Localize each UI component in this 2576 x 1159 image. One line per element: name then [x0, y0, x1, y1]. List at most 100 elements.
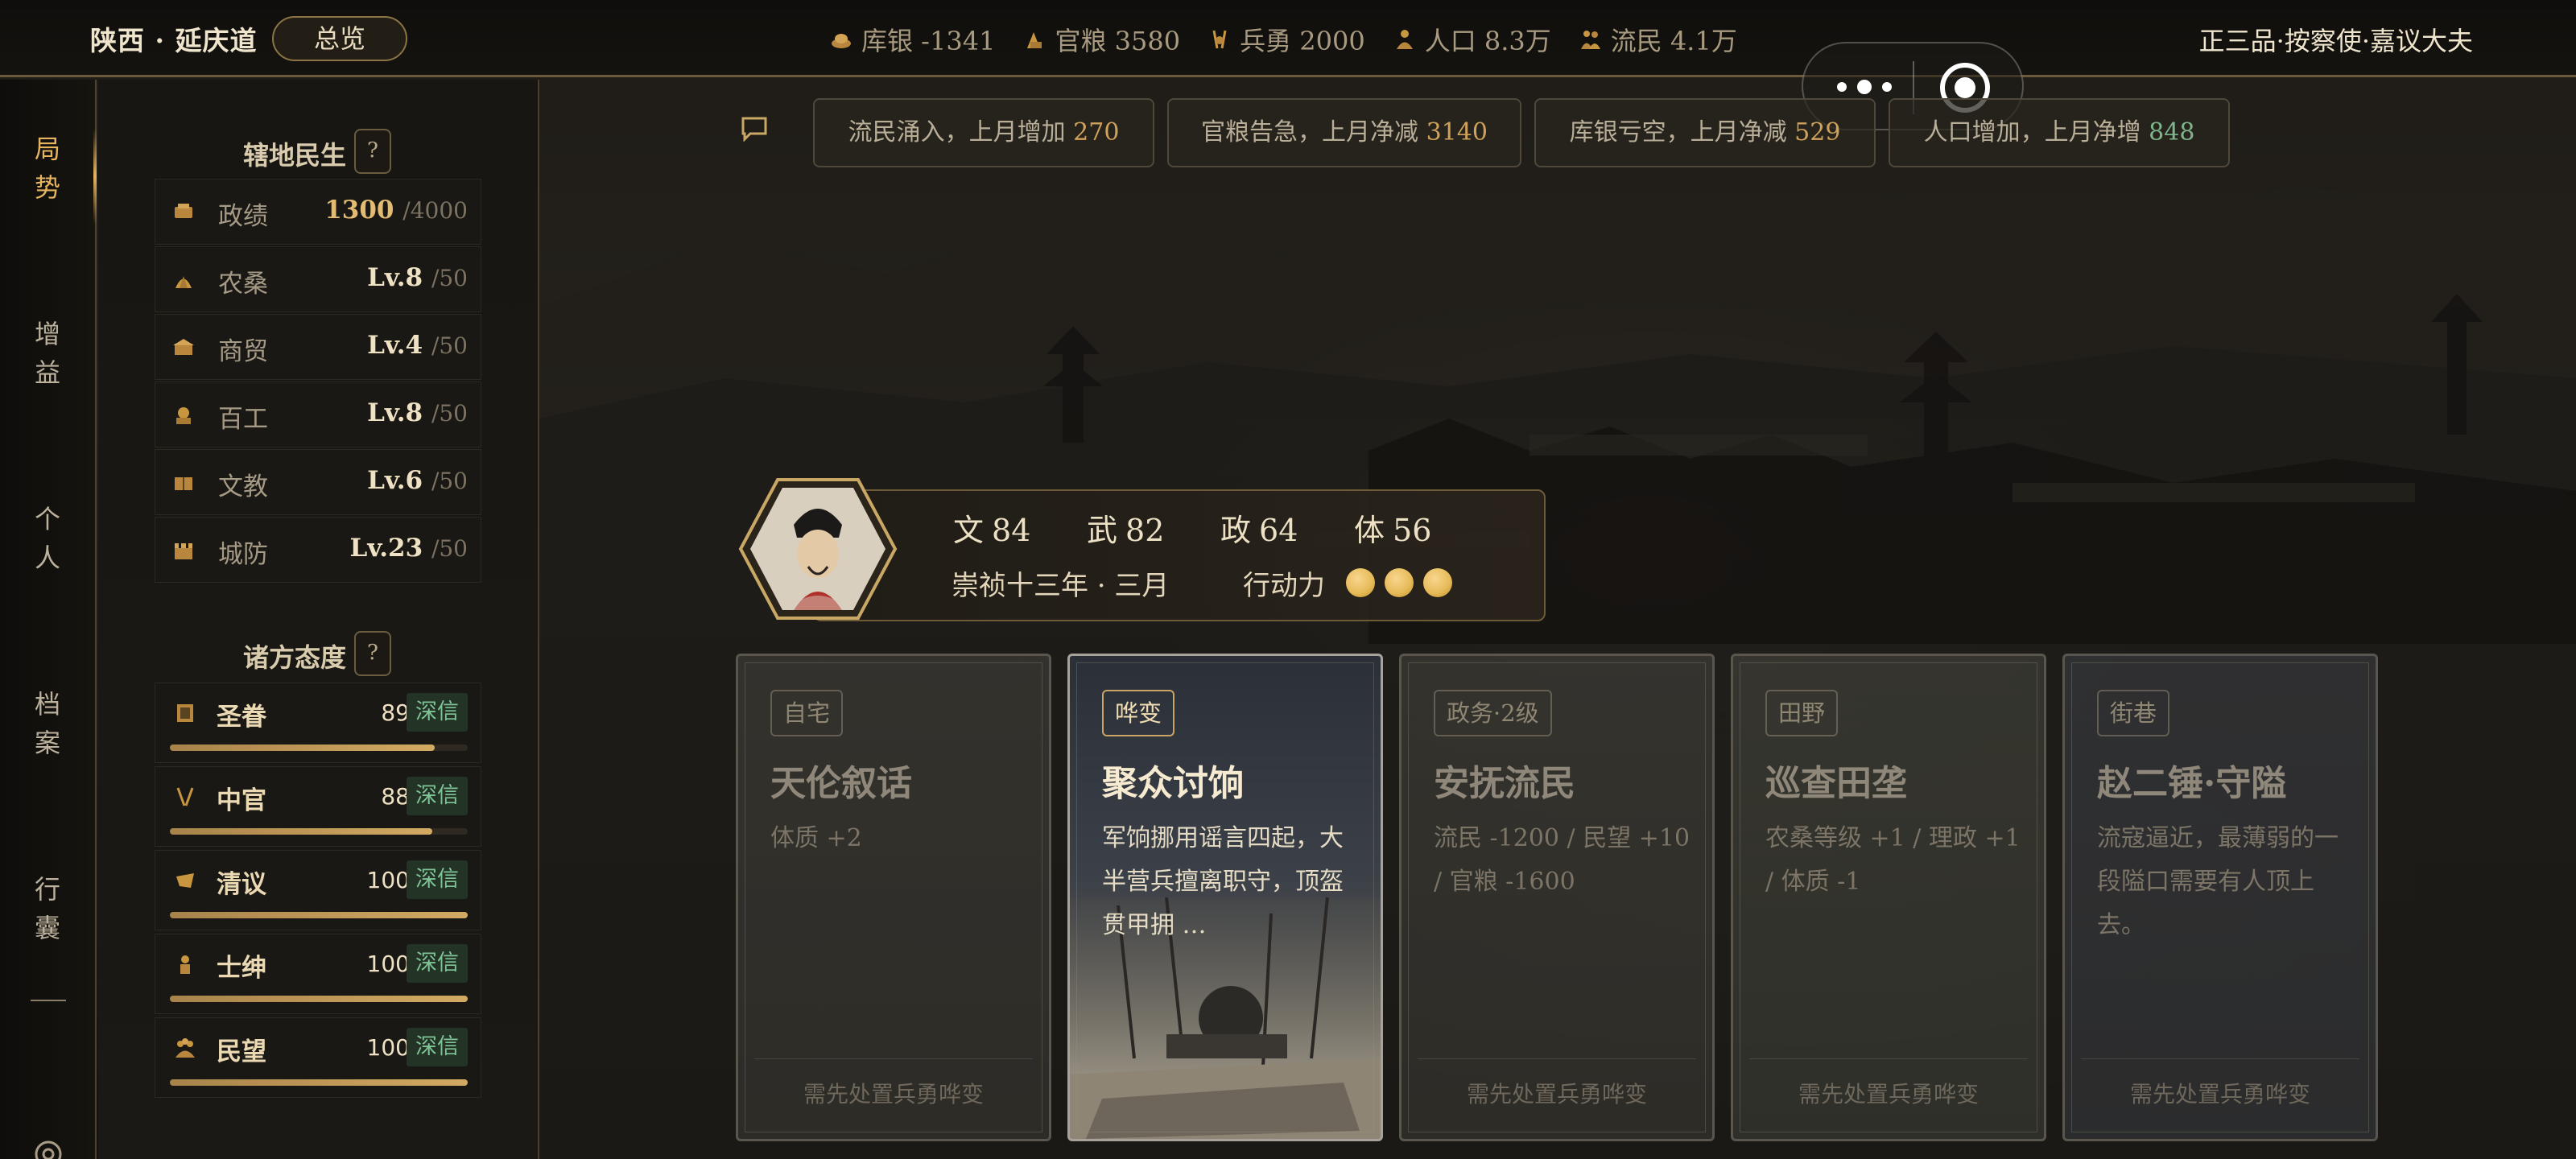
- eunuch-icon: [176, 787, 194, 806]
- news-item-grain[interactable]: 官粮告急，上月净减 3140: [1167, 98, 1521, 167]
- card-desc: 军饷挪用谣言四起，大半营兵擅离职守，顶盔贯甲拥 …: [1102, 824, 1344, 939]
- attitude-name: 中官: [217, 786, 266, 815]
- attr-literature: 文 84: [953, 505, 1030, 550]
- news-number: 3140: [1426, 118, 1488, 146]
- card-desc: 农桑等级 +1 / 理政 +1 / 体质 -1: [1765, 824, 2021, 896]
- resource-bar: 库银 -1341 官粮 3580 兵勇 2000 人口 8.3万 流民 4.1万: [829, 21, 1737, 58]
- nav-label: 行: [34, 874, 60, 905]
- chat-bubble-icon[interactable]: [741, 116, 768, 142]
- stat-current: Lv.8: [367, 398, 423, 427]
- stat-value: Lv.8 /50: [367, 263, 468, 292]
- top-bar: 陕西 · 延庆道 总览 库银 -1341 官粮 3580 兵勇 2000 人口 …: [0, 0, 2576, 77]
- stat-max: /50: [431, 265, 468, 291]
- stat-max: /4000: [402, 197, 468, 224]
- attitude-badge: 深信: [407, 777, 468, 815]
- news-item-refugees[interactable]: 流民涌入，上月增加 270: [813, 98, 1154, 167]
- attitude-name: 清议: [217, 870, 266, 899]
- attr-martial: 武 82: [1087, 505, 1164, 550]
- merit-icon: [175, 204, 192, 218]
- attitude-row-emperor: 圣眷 89 深信: [155, 683, 481, 763]
- news-item-population[interactable]: 人口增加，上月净增 848: [1889, 98, 2230, 167]
- attitude-bar: [170, 744, 468, 751]
- region-title: 陕西 · 延庆道: [90, 25, 258, 56]
- attitude-value: 89: [381, 699, 410, 726]
- stat-current: 1300: [324, 196, 394, 225]
- nav-label: 人: [34, 542, 60, 573]
- stat-value: 1300 /4000: [324, 196, 468, 225]
- stat-current: Lv.6: [367, 466, 423, 495]
- stat-value: Lv.6 /50: [367, 466, 468, 495]
- grain-icon: [1027, 32, 1042, 48]
- attr-key: 武: [1087, 513, 1118, 548]
- attr-key: 体: [1354, 513, 1385, 548]
- action-point-dot: [1385, 568, 1414, 597]
- card-lock-note: 需先处置兵勇哗变: [1418, 1058, 1696, 1109]
- official-rank: 正三品·按察使·嘉议大夫: [2198, 26, 2473, 56]
- resource-silver-label: 库银 -1341: [861, 26, 996, 56]
- news-text: 库银亏空，上月净减: [1569, 118, 1795, 146]
- attr-value: 56: [1393, 513, 1432, 548]
- attitude-row-scholars: 清议 100 深信: [155, 850, 481, 930]
- refugee-icon: [1580, 31, 1600, 49]
- attitude-value: 100: [366, 1034, 410, 1061]
- attitude-row-eunuchs: 中官 88 深信: [155, 766, 481, 847]
- stat-row-education: 文教 Lv.6 /50: [155, 449, 481, 515]
- governance-title: 辖地民生: [243, 140, 347, 171]
- nav-item-buffs[interactable]: 增 益: [0, 315, 95, 392]
- official-portrait[interactable]: [737, 476, 898, 621]
- people-icon: [175, 1038, 195, 1058]
- attitude-value: 88: [381, 783, 410, 810]
- stat-row-crafts: 百工 Lv.8 /50: [155, 382, 481, 448]
- resource-silver: 库银 -1341: [829, 21, 995, 58]
- attitude-bar: [170, 1079, 468, 1086]
- nav-label: 档: [34, 689, 60, 720]
- soldier-icon: [1212, 30, 1227, 49]
- nav-item-archive[interactable]: 档 案: [0, 685, 95, 762]
- card-desc: 体质 +2: [770, 824, 862, 852]
- card-lock-note: 需先处置兵勇哗变: [1749, 1058, 2028, 1109]
- stat-current: Lv.23: [349, 534, 423, 563]
- overview-button[interactable]: 总览: [272, 16, 407, 61]
- hero-panel: [813, 489, 1546, 621]
- stat-current: Lv.4: [367, 331, 423, 360]
- news-number: 848: [2149, 118, 2195, 146]
- event-card-fields[interactable]: 田野 巡查田垄 农桑等级 +1 / 理政 +1 / 体质 -1 需先处置兵勇哗变: [1731, 654, 2046, 1141]
- attitude-badge: 深信: [407, 1028, 468, 1066]
- resource-population: 人口 8.3万: [1393, 21, 1551, 58]
- event-card-pass[interactable]: 街巷 赵二锤·守隘 流寇逼近，最薄弱的一段隘口需要有人顶上去。 需先处置兵勇哗变: [2062, 654, 2378, 1141]
- attr-value: 64: [1259, 513, 1298, 548]
- attitude-name: 民望: [217, 1037, 266, 1066]
- stat-max: /50: [431, 400, 468, 427]
- stat-max: /50: [431, 535, 468, 562]
- trade-icon: [173, 339, 194, 355]
- attitude-value: 100: [366, 951, 410, 977]
- governance-help-button[interactable]: ?: [354, 129, 391, 174]
- card-title: 安抚流民: [1434, 763, 1575, 804]
- stat-row-merit: 政绩 1300 /4000: [155, 179, 481, 245]
- settings-icon[interactable]: [32, 1138, 64, 1159]
- nav-label: 案: [34, 728, 60, 758]
- nav-item-personal[interactable]: 个 人: [0, 500, 95, 577]
- emperor-favor-icon: [177, 704, 193, 722]
- event-card-home[interactable]: 自宅 天伦叙话 体质 +2 需先处置兵勇哗变: [736, 654, 1051, 1141]
- nav-label: 个: [34, 504, 60, 534]
- card-lock-note: 需先处置兵勇哗变: [754, 1058, 1033, 1109]
- attitudes-help-button[interactable]: ?: [354, 631, 391, 676]
- nav-label: 增: [34, 319, 60, 349]
- attitude-value: 100: [366, 867, 410, 893]
- event-card-refugees[interactable]: 政务·2级 安抚流民 流民 -1200 / 民望 +10 / 官粮 -1600 …: [1399, 654, 1715, 1141]
- resource-soldiers-label: 兵勇 2000: [1240, 26, 1365, 56]
- attitude-row-people: 民望 100 深信: [155, 1017, 481, 1098]
- nav-label: 益: [34, 357, 60, 388]
- stat-row-agriculture: 农桑 Lv.8 /50: [155, 246, 481, 312]
- attr-key: 政: [1220, 513, 1252, 548]
- nav-item-inventory[interactable]: 行 囊: [0, 870, 95, 947]
- attitude-bar-fill: [170, 912, 468, 918]
- news-text: 流民涌入，上月增加: [848, 118, 1074, 146]
- news-item-silver[interactable]: 库银亏空，上月净减 529: [1534, 98, 1876, 167]
- attitude-bar: [170, 912, 468, 918]
- event-card-mutiny[interactable]: 哗变 聚众讨饷 军饷挪用谣言四起，大半营兵擅离职守，顶盔贯甲拥 …: [1067, 654, 1383, 1141]
- card-title: 巡查田垄: [1765, 763, 1907, 804]
- nav-item-situation[interactable]: 局 势: [0, 130, 95, 207]
- education-icon: [175, 477, 192, 490]
